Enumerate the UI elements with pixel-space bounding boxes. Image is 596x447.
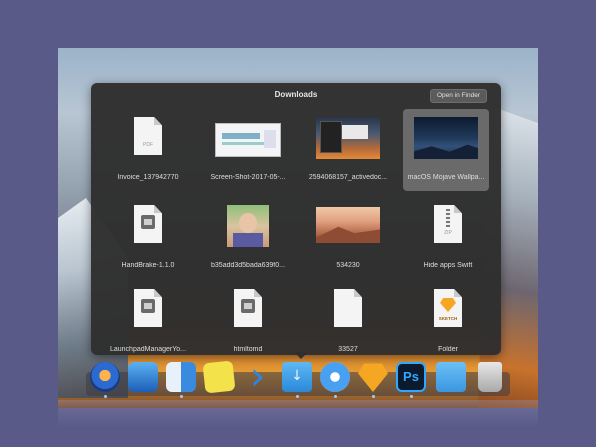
download-item-label: Hide apps Swift	[423, 262, 473, 269]
desert-wallpaper-thumbnail	[316, 207, 380, 243]
download-item-label: macOS Mojave Wallpa...	[407, 174, 485, 181]
screenshot-thumbnail	[215, 123, 281, 157]
folder-icon[interactable]	[436, 362, 466, 392]
dmg-file-icon	[134, 205, 162, 243]
popover-pointer	[294, 352, 308, 359]
running-indicator	[372, 395, 375, 398]
download-item-selected[interactable]: macOS Mojave Wallpa...	[403, 109, 489, 191]
download-item-label: LaunchpadManagerYo...	[109, 346, 187, 353]
download-item[interactable]: LaunchpadManagerYo...	[105, 281, 191, 363]
trash-icon[interactable]	[478, 362, 502, 392]
download-item-label: htmltomd	[233, 346, 263, 353]
download-item[interactable]: HandBrake-1.1.0	[105, 197, 191, 279]
download-item[interactable]: 33527	[305, 281, 391, 363]
download-item-label: 33527	[338, 346, 358, 353]
running-indicator	[180, 395, 183, 398]
running-indicator	[104, 395, 107, 398]
running-indicator	[410, 395, 413, 398]
zip-file-icon: ZIP	[434, 205, 462, 243]
download-item[interactable]: 534230	[305, 197, 391, 279]
download-item-label: Screen-Shot-2017-05-...	[210, 174, 286, 181]
running-indicator	[334, 395, 337, 398]
mojave-wallpaper-thumbnail	[414, 117, 478, 159]
stickies-icon[interactable]	[202, 360, 236, 394]
chevron-right-icon[interactable]	[244, 354, 274, 398]
download-item[interactable]: b35add3d5bada639f0...	[205, 197, 291, 279]
download-item-label: HandBrake-1.1.0	[121, 262, 175, 269]
open-in-finder-button[interactable]: Open in Finder	[430, 89, 487, 103]
download-item[interactable]: Screen-Shot-2017-05-...	[205, 109, 291, 191]
sierra-screenshot-thumbnail	[316, 117, 380, 159]
sketch-file-icon: SKETCH	[434, 289, 462, 327]
downloads-stack-popover: Downloads Open in Finder PDF Invoice_137…	[91, 83, 501, 355]
download-item[interactable]: ZIP Hide apps Swift	[405, 197, 491, 279]
download-item-label: b35add3d5bada639f0...	[211, 262, 285, 269]
pdf-file-icon: PDF	[134, 117, 162, 155]
running-indicator	[296, 395, 299, 398]
photo-thumbnail	[227, 205, 269, 247]
download-item-label: 534230	[336, 262, 360, 269]
download-item[interactable]: 2594068157_activedoc...	[305, 109, 391, 191]
dmg-file-icon	[134, 289, 162, 327]
launchpad-icon[interactable]	[90, 362, 120, 392]
dmg-file-icon	[234, 289, 262, 327]
safari-icon[interactable]	[320, 362, 350, 392]
mission-control-icon[interactable]	[128, 362, 158, 392]
download-item-label: 2594068157_activedoc...	[308, 174, 388, 181]
finder-icon[interactable]	[166, 362, 196, 392]
download-item[interactable]: htmltomd	[205, 281, 291, 363]
blank-file-icon	[334, 289, 362, 327]
download-item[interactable]: SKETCH Folder	[405, 281, 491, 363]
download-item-label: Invoice_137942770	[117, 174, 179, 181]
photoshop-icon[interactable]: Ps	[396, 362, 426, 392]
download-item[interactable]: PDF Invoice_137942770	[105, 109, 191, 191]
download-item-label: Folder	[438, 346, 458, 353]
downloads-folder-icon[interactable]	[282, 362, 312, 392]
dock-reflection	[58, 400, 538, 428]
